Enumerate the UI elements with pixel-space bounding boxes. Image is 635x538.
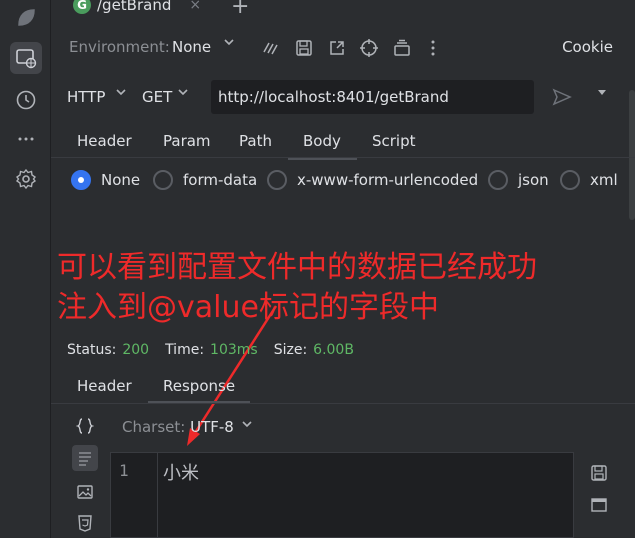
response-editor[interactable]: 1 小米 bbox=[110, 452, 574, 538]
charset-label: Charset: bbox=[122, 418, 186, 436]
caret-down-icon[interactable] bbox=[596, 86, 608, 101]
tab-strip: G /getBrand × + bbox=[51, 0, 635, 19]
status-value: 200 bbox=[122, 342, 150, 358]
line-gutter: 1 bbox=[111, 453, 158, 537]
radio-label: xml bbox=[590, 171, 618, 189]
crosshair-icon[interactable] bbox=[359, 38, 379, 58]
tab-getbrand[interactable]: G /getBrand × bbox=[73, 0, 201, 16]
radio-icon[interactable] bbox=[488, 170, 508, 190]
environment-select[interactable]: None bbox=[172, 38, 211, 56]
tab-response-header[interactable]: Header bbox=[77, 377, 132, 395]
image-view-icon[interactable] bbox=[72, 479, 98, 505]
time-label: Time: bbox=[165, 342, 205, 358]
request-bar: HTTP GET http://localhost:8401/getBrand bbox=[51, 80, 635, 114]
braces-icon[interactable] bbox=[72, 413, 98, 439]
leaf-icon[interactable] bbox=[12, 4, 40, 32]
text-view-icon[interactable] bbox=[72, 445, 98, 471]
close-icon[interactable]: × bbox=[189, 0, 201, 13]
more-icon[interactable] bbox=[12, 125, 40, 153]
tab-param[interactable]: Param bbox=[163, 132, 211, 150]
save-icon[interactable] bbox=[588, 462, 610, 484]
cookie-button[interactable]: Cookie bbox=[562, 38, 613, 56]
html5-icon[interactable] bbox=[72, 510, 98, 536]
radio-selected-icon[interactable] bbox=[71, 170, 91, 190]
size-label: Size: bbox=[273, 342, 308, 358]
tab-body[interactable]: Body bbox=[288, 132, 357, 160]
radio-icon[interactable] bbox=[153, 170, 173, 190]
chevron-down-icon[interactable] bbox=[223, 36, 235, 52]
window-icon[interactable] bbox=[588, 494, 610, 516]
response-status: Status: 200 Time: 103ms Size: 6.00B bbox=[67, 342, 364, 358]
time-value: 103ms bbox=[210, 342, 258, 358]
more-vertical-icon[interactable] bbox=[423, 38, 443, 58]
open-external-icon[interactable] bbox=[327, 38, 347, 58]
radio-none[interactable]: None bbox=[71, 170, 140, 190]
radio-icon[interactable] bbox=[267, 170, 287, 190]
environment-bar: Environment: None Cookie bbox=[51, 32, 635, 62]
request-badge-icon: G bbox=[73, 0, 91, 14]
chevron-down-icon[interactable] bbox=[115, 86, 127, 102]
radio-x-www-form-urlencoded[interactable]: x-www-form-urlencoded bbox=[267, 170, 478, 190]
radio-label: form-data bbox=[183, 171, 258, 189]
url-input[interactable]: http://localhost:8401/getBrand bbox=[211, 80, 534, 114]
size-value: 6.00B bbox=[313, 342, 354, 358]
annotation-text: 可以看到配置文件中的数据已经成功 注入到@value标记的字段中 bbox=[57, 248, 537, 328]
status-label: Status: bbox=[67, 342, 117, 358]
response-tabs: Header Response bbox=[51, 372, 635, 404]
response-body[interactable]: 小米 bbox=[163, 459, 199, 485]
radio-label: None bbox=[101, 171, 141, 189]
tab-response[interactable]: Response bbox=[147, 377, 251, 403]
history-icon[interactable] bbox=[12, 86, 40, 114]
send-icon[interactable] bbox=[551, 86, 573, 112]
tab-title: /getBrand bbox=[97, 0, 172, 14]
body-type-group: None form-data x-www-form-urlencoded jso… bbox=[51, 168, 635, 196]
settings-gear-icon[interactable] bbox=[12, 165, 40, 193]
charset-value[interactable]: UTF-8 bbox=[190, 418, 234, 436]
radio-xml[interactable]: xml bbox=[560, 170, 618, 190]
annotation-line-2: 注入到@value标记的字段中 bbox=[57, 290, 439, 325]
method-select[interactable]: GET bbox=[142, 88, 172, 106]
radio-json[interactable]: json bbox=[488, 170, 549, 190]
add-tab-icon[interactable]: + bbox=[231, 0, 249, 19]
tab-script[interactable]: Script bbox=[372, 132, 416, 150]
save-icon[interactable] bbox=[294, 38, 314, 58]
collection-icon[interactable] bbox=[392, 38, 412, 58]
chevron-down-icon[interactable] bbox=[241, 418, 253, 434]
protocol-select[interactable]: HTTP bbox=[67, 88, 105, 106]
radio-label: x-www-form-urlencoded bbox=[297, 171, 479, 189]
chevron-down-icon[interactable] bbox=[177, 86, 189, 102]
radio-label: json bbox=[518, 171, 549, 189]
tab-path[interactable]: Path bbox=[239, 132, 272, 150]
radio-icon[interactable] bbox=[560, 170, 580, 190]
left-toolbar bbox=[0, 0, 51, 538]
api-client-icon[interactable] bbox=[10, 42, 42, 74]
request-tabs: Header Param Path Body Script bbox=[51, 126, 635, 160]
environment-label: Environment: bbox=[69, 38, 170, 56]
annotation-line-1: 可以看到配置文件中的数据已经成功 bbox=[57, 250, 537, 285]
slash-icon[interactable] bbox=[261, 38, 281, 58]
line-number: 1 bbox=[119, 461, 129, 480]
radio-form-data[interactable]: form-data bbox=[153, 170, 257, 190]
tab-header[interactable]: Header bbox=[77, 132, 132, 150]
charset-selector[interactable]: Charset: UTF-8 bbox=[122, 418, 234, 436]
